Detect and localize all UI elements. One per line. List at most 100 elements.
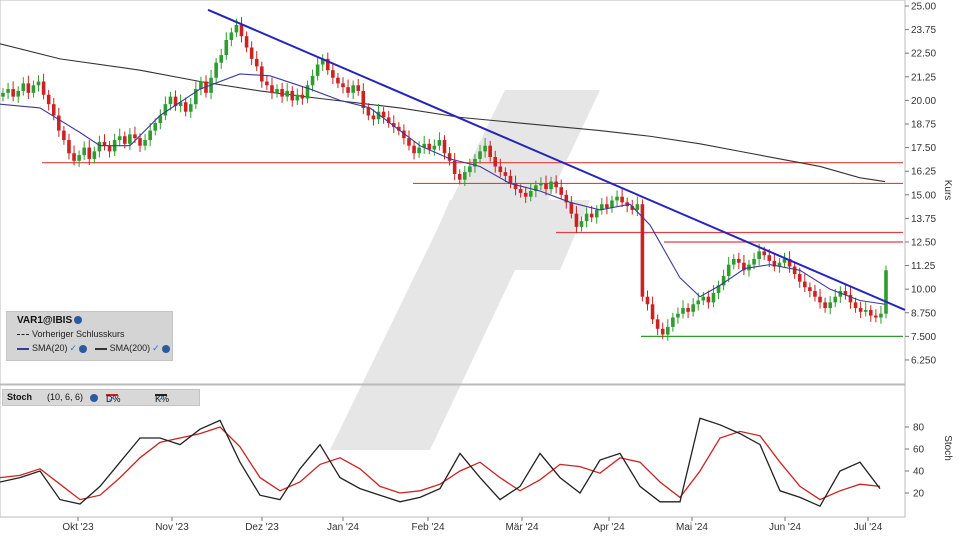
candle-body [82,147,86,156]
info-icon[interactable] [74,316,83,325]
candle-body [122,136,127,144]
candle-body [797,274,802,282]
candle-body [214,62,218,78]
y-tick-label: 16.25 [911,167,936,178]
y-tick-label: 7.500 [911,332,936,343]
x-tick-label: Jul '24 [854,522,883,533]
candle-body [51,104,56,116]
candle-body [432,145,437,150]
checkmark-icon[interactable]: ✓ [152,343,160,353]
candle-body [117,136,122,141]
candle-body [412,145,416,154]
legend-symbol-text: VAR1@IBIS [17,315,73,326]
checkmark-icon[interactable]: ✓ [157,394,165,405]
dashed-line-swatch [17,334,29,336]
legend-row-prev-close: Vorheriger Schlusskurs [17,329,125,339]
candle-body [554,181,558,188]
candle-body [239,24,244,37]
candle-body [77,155,81,161]
candle-body [523,192,528,197]
candle-body [1,92,5,97]
candle-body [249,47,254,59]
legend-row-sma: SMA(20) ✓ SMA(200) ✓ [17,343,170,354]
candle-body [559,187,564,195]
candle-body [295,94,300,101]
candle-body [863,309,868,312]
candle-body [16,90,21,97]
candle-body [655,319,660,329]
candle-body [462,172,467,180]
candle-body [518,189,523,193]
candle-body [701,296,706,301]
candle-body [686,308,690,312]
candle-body [828,302,832,309]
candle-body [792,266,797,275]
y-tick-label: 20.00 [911,96,936,107]
y-tick-label: 21.25 [911,72,936,83]
candle-body [452,160,457,175]
stoch-y-tick-label: 80 [913,423,925,434]
candle-body [671,317,675,327]
candle-body [665,326,670,335]
x-tick-label: Jun '24 [769,522,801,533]
candle-body [823,302,827,309]
candle-body [26,83,31,93]
stoch-y-tick-label: 20 [913,489,925,500]
y-tick-label: 22.50 [911,49,936,60]
candle-body [696,300,701,305]
candle-body [97,141,102,152]
sma20-swatch [17,347,29,350]
candle-body [650,304,655,320]
candle-body [36,81,41,86]
y-tick-label: 15.00 [911,190,936,201]
candle-body [138,138,142,146]
checkmark-icon[interactable]: ✓ [70,343,78,353]
candle-body [605,204,609,208]
candle-body [102,141,107,146]
candle-body [457,174,462,180]
candle-body [427,143,432,150]
candle-body [635,204,640,210]
price-legend: VAR1@IBIS Vorheriger Schlusskurs SMA(20)… [6,311,173,361]
stoch-y-tick-label: 60 [913,445,925,456]
candle-body [315,64,320,76]
y-tick-label: 25.00 [911,2,936,13]
candle-body [188,104,193,112]
y-axis-label-price: Kurs [942,180,953,201]
candle-body [356,85,361,91]
candle-body [442,140,447,154]
candle-body [818,296,822,303]
candle-body [11,89,15,97]
candle-body [615,196,619,201]
settings-icon[interactable] [161,344,170,353]
candle-body [219,55,224,63]
candle-body [574,213,579,227]
candle-body [620,196,624,203]
candle-body [224,39,229,56]
candle-body [874,315,878,318]
x-tick-label: Apr '24 [593,522,625,533]
candle-body [539,183,543,186]
candle-body [589,213,594,218]
candle-body [493,157,498,167]
candle-body [711,292,716,303]
candle-body [853,302,858,309]
candle-body [143,140,147,146]
y-tick-label: 18.75 [911,119,936,130]
candle-body [478,151,482,159]
y-tick-label: 23.75 [911,25,936,36]
candle-body [660,328,665,335]
candle-body [858,308,863,312]
candle-body [87,147,92,159]
candle-body [31,85,36,93]
settings-icon[interactable] [79,344,88,353]
candle-body [331,70,335,78]
checkmark-icon[interactable]: ✓ [108,394,116,405]
candle-body [285,90,289,97]
stoch-params: (10, 6, 6) [47,392,84,402]
y-tick-label: 17.50 [911,143,936,154]
candle-body [879,313,883,318]
candle-body [681,308,685,314]
candle-body [569,202,574,214]
y-tick-label: 8.750 [911,308,936,319]
